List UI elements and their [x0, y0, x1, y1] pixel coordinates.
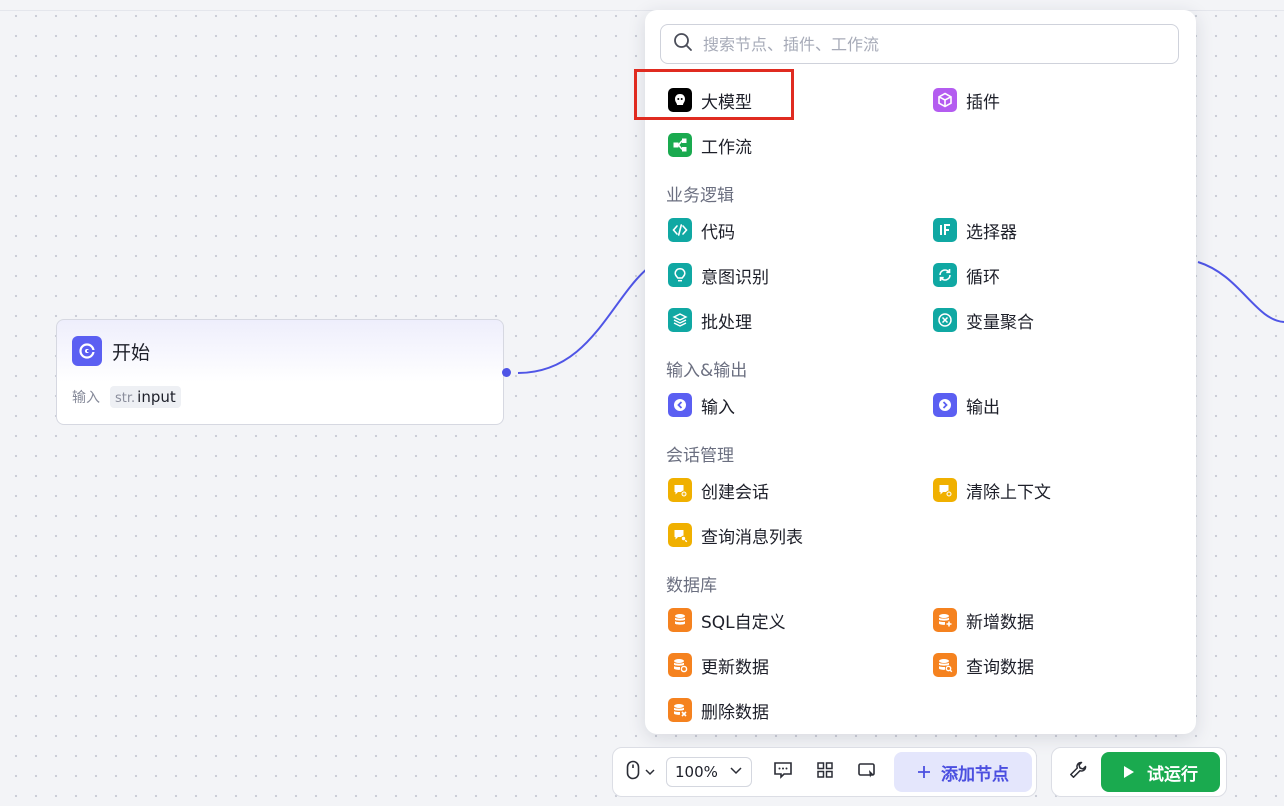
- mouse-icon: [625, 760, 641, 784]
- node-item-variable-merge[interactable]: 变量聚合: [933, 307, 1034, 333]
- node-item-output[interactable]: 输出: [933, 392, 1000, 418]
- intent-icon: [668, 263, 692, 287]
- input-label: 输入: [72, 390, 100, 406]
- node-item-label: 创建会话: [701, 482, 769, 503]
- create-conversation-icon: [668, 478, 692, 502]
- node-item-label: 循环: [966, 267, 1000, 288]
- end-edge[interactable]: [1197, 261, 1284, 323]
- sql-database-icon: [668, 608, 692, 632]
- node-item-label: 输出: [966, 397, 1000, 418]
- node-item-clear-context[interactable]: 清除上下文: [933, 477, 1051, 503]
- node-item-label: 输入: [701, 397, 735, 418]
- start-node-header: 开始: [72, 336, 150, 366]
- minimap-button[interactable]: [852, 761, 882, 783]
- input-name: input: [137, 388, 176, 406]
- node-item-label: SQL自定义: [701, 612, 786, 633]
- section-title-io: 输入&输出: [666, 361, 748, 381]
- node-item-label: 插件: [966, 92, 1000, 113]
- node-item-selector[interactable]: 选择器: [933, 217, 1017, 243]
- output-port[interactable]: [502, 368, 511, 377]
- input-param-tag: str. input: [110, 386, 181, 408]
- layout-grid-icon: [816, 761, 834, 783]
- zoom-value: 100%: [675, 763, 718, 781]
- wrench-icon: [1068, 760, 1088, 784]
- interaction-mode-button[interactable]: [625, 760, 656, 784]
- node-item-label: 删除数据: [701, 702, 769, 723]
- update-data-icon: [668, 653, 692, 677]
- node-item-insert-data[interactable]: 新增数据: [933, 607, 1034, 633]
- query-data-icon: [933, 653, 957, 677]
- chevron-down-icon: [729, 763, 743, 781]
- canvas-toolbar: 100% 添加节点: [612, 747, 1037, 797]
- run-button[interactable]: 试运行: [1101, 752, 1220, 792]
- node-item-loop[interactable]: 循环: [933, 262, 1000, 288]
- input-icon: [668, 393, 692, 417]
- settings-button[interactable]: [1066, 760, 1090, 784]
- search-box[interactable]: [660, 24, 1179, 64]
- add-node-label: 添加节点: [941, 764, 1009, 785]
- node-item-plugin[interactable]: 插件: [933, 87, 1000, 113]
- node-item-label: 查询数据: [966, 657, 1034, 678]
- node-item-label: 批处理: [701, 312, 752, 333]
- node-item-label: 代码: [701, 222, 735, 243]
- if-icon: [933, 218, 957, 242]
- node-item-label: 新增数据: [966, 612, 1034, 633]
- insert-data-icon: [933, 608, 957, 632]
- chevron-down-icon: [644, 763, 656, 782]
- section-title-business-logic: 业务逻辑: [666, 186, 734, 206]
- run-label: 试运行: [1147, 764, 1198, 785]
- node-item-label: 更新数据: [701, 657, 769, 678]
- batch-icon: [668, 308, 692, 332]
- highlight-box: [634, 69, 794, 120]
- auto-layout-button[interactable]: [810, 761, 840, 783]
- add-node-button[interactable]: 添加节点: [894, 752, 1032, 792]
- node-item-input[interactable]: 输入: [668, 392, 735, 418]
- node-item-query-data[interactable]: 查询数据: [933, 652, 1034, 678]
- start-icon: [72, 336, 102, 366]
- node-item-query-messages[interactable]: 查询消息列表: [668, 522, 803, 548]
- node-item-create-conversation[interactable]: 创建会话: [668, 477, 769, 503]
- node-item-label: 变量聚合: [966, 312, 1034, 333]
- section-title-conversation: 会话管理: [666, 446, 734, 466]
- plus-icon: [917, 765, 931, 779]
- node-item-batch[interactable]: 批处理: [668, 307, 752, 333]
- query-messages-icon: [668, 523, 692, 547]
- comment-icon: [773, 761, 793, 783]
- section-title-database: 数据库: [666, 576, 717, 596]
- start-node-title: 开始: [112, 341, 151, 364]
- minimap-icon: [857, 761, 877, 783]
- clear-context-icon: [933, 478, 957, 502]
- zoom-select[interactable]: 100%: [666, 757, 752, 787]
- variable-merge-icon: [933, 308, 957, 332]
- node-item-label: 清除上下文: [966, 482, 1051, 503]
- workflow-icon: [668, 133, 692, 157]
- node-item-intent[interactable]: 意图识别: [668, 262, 769, 288]
- search-input[interactable]: [701, 33, 1165, 55]
- node-item-label: 选择器: [966, 222, 1017, 243]
- delete-data-icon: [668, 698, 692, 722]
- start-edge[interactable]: [517, 267, 649, 374]
- code-icon: [668, 218, 692, 242]
- play-icon: [1123, 765, 1135, 779]
- search-icon: [673, 32, 693, 56]
- start-node[interactable]: 开始 输入 str. input: [56, 319, 511, 425]
- loop-icon: [933, 263, 957, 287]
- node-item-label: 工作流: [701, 137, 752, 158]
- node-item-update-data[interactable]: 更新数据: [668, 652, 769, 678]
- start-node-inputs: 输入 str. input: [72, 386, 181, 408]
- node-item-label: 查询消息列表: [701, 527, 803, 548]
- output-icon: [933, 393, 957, 417]
- run-toolbar: 试运行: [1051, 747, 1227, 797]
- input-type: str.: [115, 391, 136, 406]
- comment-button[interactable]: [768, 761, 798, 783]
- node-item-workflow[interactable]: 工作流: [668, 132, 752, 158]
- node-item-code[interactable]: 代码: [668, 217, 735, 243]
- node-item-delete-data[interactable]: 删除数据: [668, 697, 769, 723]
- plugin-icon: [933, 88, 957, 112]
- node-item-label: 意图识别: [701, 267, 769, 288]
- node-item-sql[interactable]: SQL自定义: [668, 607, 786, 633]
